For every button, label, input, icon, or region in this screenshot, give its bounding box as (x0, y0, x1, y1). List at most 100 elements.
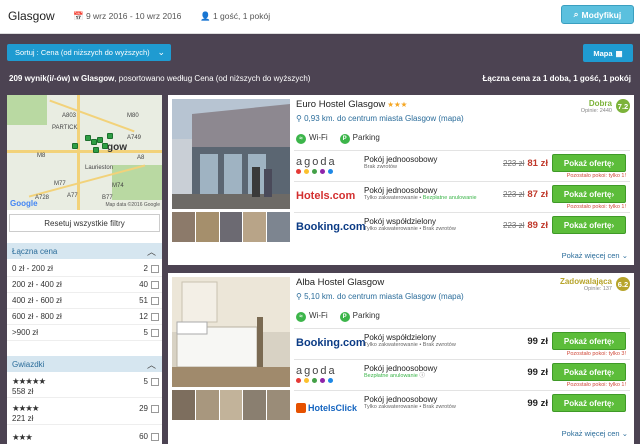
thumbnail[interactable] (195, 390, 219, 420)
agoda-dots (296, 378, 360, 383)
reset-filters-button[interactable]: Resetuj wszystkie filtry (9, 214, 160, 232)
price-filter-row[interactable]: 0 zł - 200 zł 2 (7, 261, 162, 277)
star-filter-row[interactable]: ★★★★ 221 zł 29 (7, 401, 162, 425)
show-more-prices-link[interactable]: Pokaż więcej cen ⌄ (562, 429, 628, 438)
star-rating-icon: ★★★★★ (12, 376, 46, 386)
provider-name: Booking.com (296, 221, 366, 233)
thumbnail[interactable] (267, 390, 290, 420)
hotel-distance[interactable]: ⚲ 5,10 km. do centrum miasta Glasgow (ma… (296, 292, 464, 301)
amenity-parking: P Parking (339, 133, 380, 144)
thumbnail[interactable] (267, 212, 290, 242)
provider-logo-agoda[interactable]: agoda (296, 365, 360, 385)
chevron-down-icon: ⌄ (621, 429, 628, 438)
show-offer-button[interactable]: Pokaż ofertę › (552, 332, 626, 350)
hotel-name-text: Euro Hostel Glasgow (296, 99, 386, 110)
hotel-photo[interactable] (172, 99, 290, 209)
price-range-count: 40 (139, 280, 148, 289)
star-filter-row[interactable]: ★★★★★ 558 zł 5 (7, 374, 162, 398)
google-logo: Google (10, 199, 38, 208)
current-price: 99 zł (527, 398, 548, 409)
modify-button[interactable]: ⌕ Modyfikuj (561, 5, 634, 24)
hotel-name[interactable]: Alba Hostel Glasgow (296, 277, 384, 288)
hotel-photo[interactable] (172, 277, 290, 387)
offer-row: agoda Pokój jednoosobowy Brak zwrotów 22… (294, 150, 630, 181)
price-range-checkbox[interactable] (151, 297, 159, 305)
more-prices-label: Pokaż więcej cen (561, 429, 620, 438)
star-checkbox[interactable] (151, 378, 159, 386)
price-filter-row[interactable]: 200 zł - 400 zł 40 (7, 277, 162, 293)
amenity-wifi: ≈ Wi-Fi (296, 133, 328, 144)
map-label: A803 (62, 113, 77, 119)
guests-summary[interactable]: 👤 1 gość, 1 pokój (200, 11, 270, 22)
show-offer-button[interactable]: Pokaż ofertę › (552, 363, 626, 381)
hotel-name[interactable]: Euro Hostel Glasgow ★★★ (296, 99, 407, 110)
stars-filter-header[interactable]: Gwiazdki ︿ (7, 356, 162, 372)
provider-logo-booking[interactable]: Booking.com (296, 218, 366, 238)
map-label: A8 (137, 155, 145, 161)
map-label: M77 (54, 181, 66, 187)
price-range-checkbox[interactable] (151, 313, 159, 321)
thumbnail[interactable] (172, 212, 195, 242)
price-range-checkbox[interactable] (151, 329, 159, 337)
old-price: 223 zł (503, 190, 525, 199)
price-range-count: 5 (143, 328, 148, 337)
star-count: 5 (143, 377, 148, 386)
map-marker[interactable] (93, 147, 99, 153)
price-filter-header[interactable]: Łączna cena ︿ (7, 243, 162, 259)
hotel-rating[interactable]: Dobra Opinie: 2440 7.2 (581, 99, 630, 114)
show-offer-button[interactable]: Pokaż ofertę › (552, 394, 626, 412)
map-marker[interactable] (72, 143, 78, 149)
thumbnail[interactable] (243, 390, 267, 420)
free-cancellation: Bezpłatne anulowanie (364, 373, 418, 379)
current-price: 81 zł (527, 158, 548, 169)
show-offer-button[interactable]: Pokaż ofertę › (552, 216, 626, 234)
photo-thumbnails[interactable] (172, 390, 290, 420)
hotel-card: Euro Hostel Glasgow ★★★ ⚲ 0,93 km. do cen… (168, 95, 634, 265)
wifi-icon: ≈ (296, 134, 306, 144)
show-more-prices-link[interactable]: Pokaż więcej cen ⌄ (562, 251, 628, 260)
show-offer-button[interactable]: Pokaż ofertę › (552, 154, 626, 172)
provider-logo-hotelsclick[interactable]: HotelsClick (296, 396, 360, 416)
chevron-down-icon: ⌄ (621, 251, 628, 260)
search-icon: ⌕ (573, 9, 579, 19)
price-filter-row[interactable]: >900 zł 5 (7, 325, 162, 341)
thumbnail[interactable] (172, 390, 195, 420)
map-label: Laurieston (85, 165, 114, 171)
mini-map[interactable]: PARTICK gow Laurieston M8 M77 M74 A8 A77… (7, 95, 162, 210)
map-marker[interactable] (102, 143, 108, 149)
provider-logo-hotelscom[interactable]: Hotels.com (296, 187, 360, 207)
photo-thumbnails[interactable] (172, 212, 290, 242)
thumbnail[interactable] (219, 390, 243, 420)
price-filter-row[interactable]: 400 zł - 600 zł 51 (7, 293, 162, 309)
price-range-checkbox[interactable] (151, 265, 159, 273)
show-offer-label: Pokaż ofertę (563, 398, 612, 408)
thumbnail[interactable] (219, 212, 243, 242)
price-range-checkbox[interactable] (151, 281, 159, 289)
thumbnail[interactable] (195, 212, 219, 242)
offer-row: HotelsClick Pokój jednoosobowy Tylko zak… (294, 390, 630, 421)
map-label: B77 (102, 195, 113, 201)
provider-logo-agoda[interactable]: agoda (296, 156, 360, 176)
hotel-rating[interactable]: Zadowalająca Opinie: 137 6.2 (560, 277, 630, 292)
stars-filter-title: Gwiazdki (12, 359, 45, 369)
star-rating-icon: ★★★ (12, 431, 33, 442)
info-icon[interactable]: ⓘ (419, 373, 425, 379)
current-price: 99 zł (527, 367, 548, 378)
map-marker[interactable] (107, 133, 113, 139)
star-filter-row[interactable]: ★★★ 60 (7, 429, 162, 444)
show-offer-button[interactable]: Pokaż ofertę › (552, 185, 626, 203)
hotel-distance[interactable]: ⚲ 0,93 km. do centrum miasta Glasgow (ma… (296, 114, 464, 123)
free-cancellation: Bezpłatne anulowanie (422, 195, 477, 201)
sort-dropdown[interactable]: Sortuj : Cena (od niższych do wyższych) … (7, 44, 171, 61)
map-button[interactable]: Mapa ▦ (583, 44, 633, 62)
date-range[interactable]: 📅 9 wrz 2016 - 10 wrz 2016 (73, 11, 181, 22)
amenity-label: Parking (352, 311, 380, 320)
provider-logo-booking[interactable]: Booking.com (296, 334, 366, 354)
star-checkbox[interactable] (151, 433, 159, 441)
star-checkbox[interactable] (151, 405, 159, 413)
amenity-wifi: ≈ Wi-Fi (296, 311, 328, 322)
price-filter-row[interactable]: 600 zł - 800 zł 12 (7, 309, 162, 325)
thumbnail[interactable] (243, 212, 267, 242)
parking-icon: P (339, 134, 350, 144)
provider-name: Hotels.com (296, 190, 356, 202)
